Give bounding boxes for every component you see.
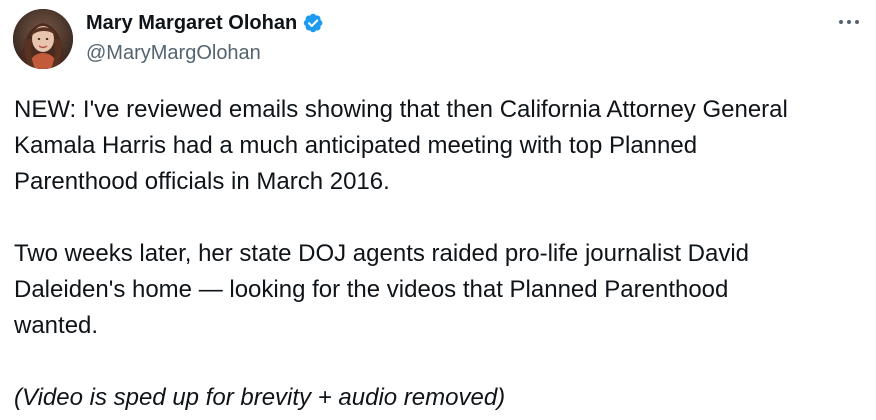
verified-badge-icon[interactable] [302, 12, 324, 34]
tweet-paragraph-2: Two weeks later, her state DOJ agents ra… [14, 240, 750, 339]
profile-photo-icon [13, 9, 73, 69]
tweet-paragraph-1: NEW: I've reviewed emails showing that t… [14, 96, 788, 195]
tweet-text: NEW: I've reviewed emails showing that t… [14, 92, 864, 416]
tweet-card: Mary Margaret Olohan @MaryMargOlohan NEW… [0, 0, 876, 420]
avatar[interactable] [13, 9, 73, 69]
more-options-icon[interactable] [832, 12, 866, 32]
author-display-name[interactable]: Mary Margaret Olohan [86, 12, 297, 35]
author-handle[interactable]: @MaryMargOlohan [86, 42, 261, 65]
tweet-paragraph-3: (Video is sped up for brevity + audio re… [14, 384, 506, 411]
author-name-row: Mary Margaret Olohan [86, 10, 324, 36]
